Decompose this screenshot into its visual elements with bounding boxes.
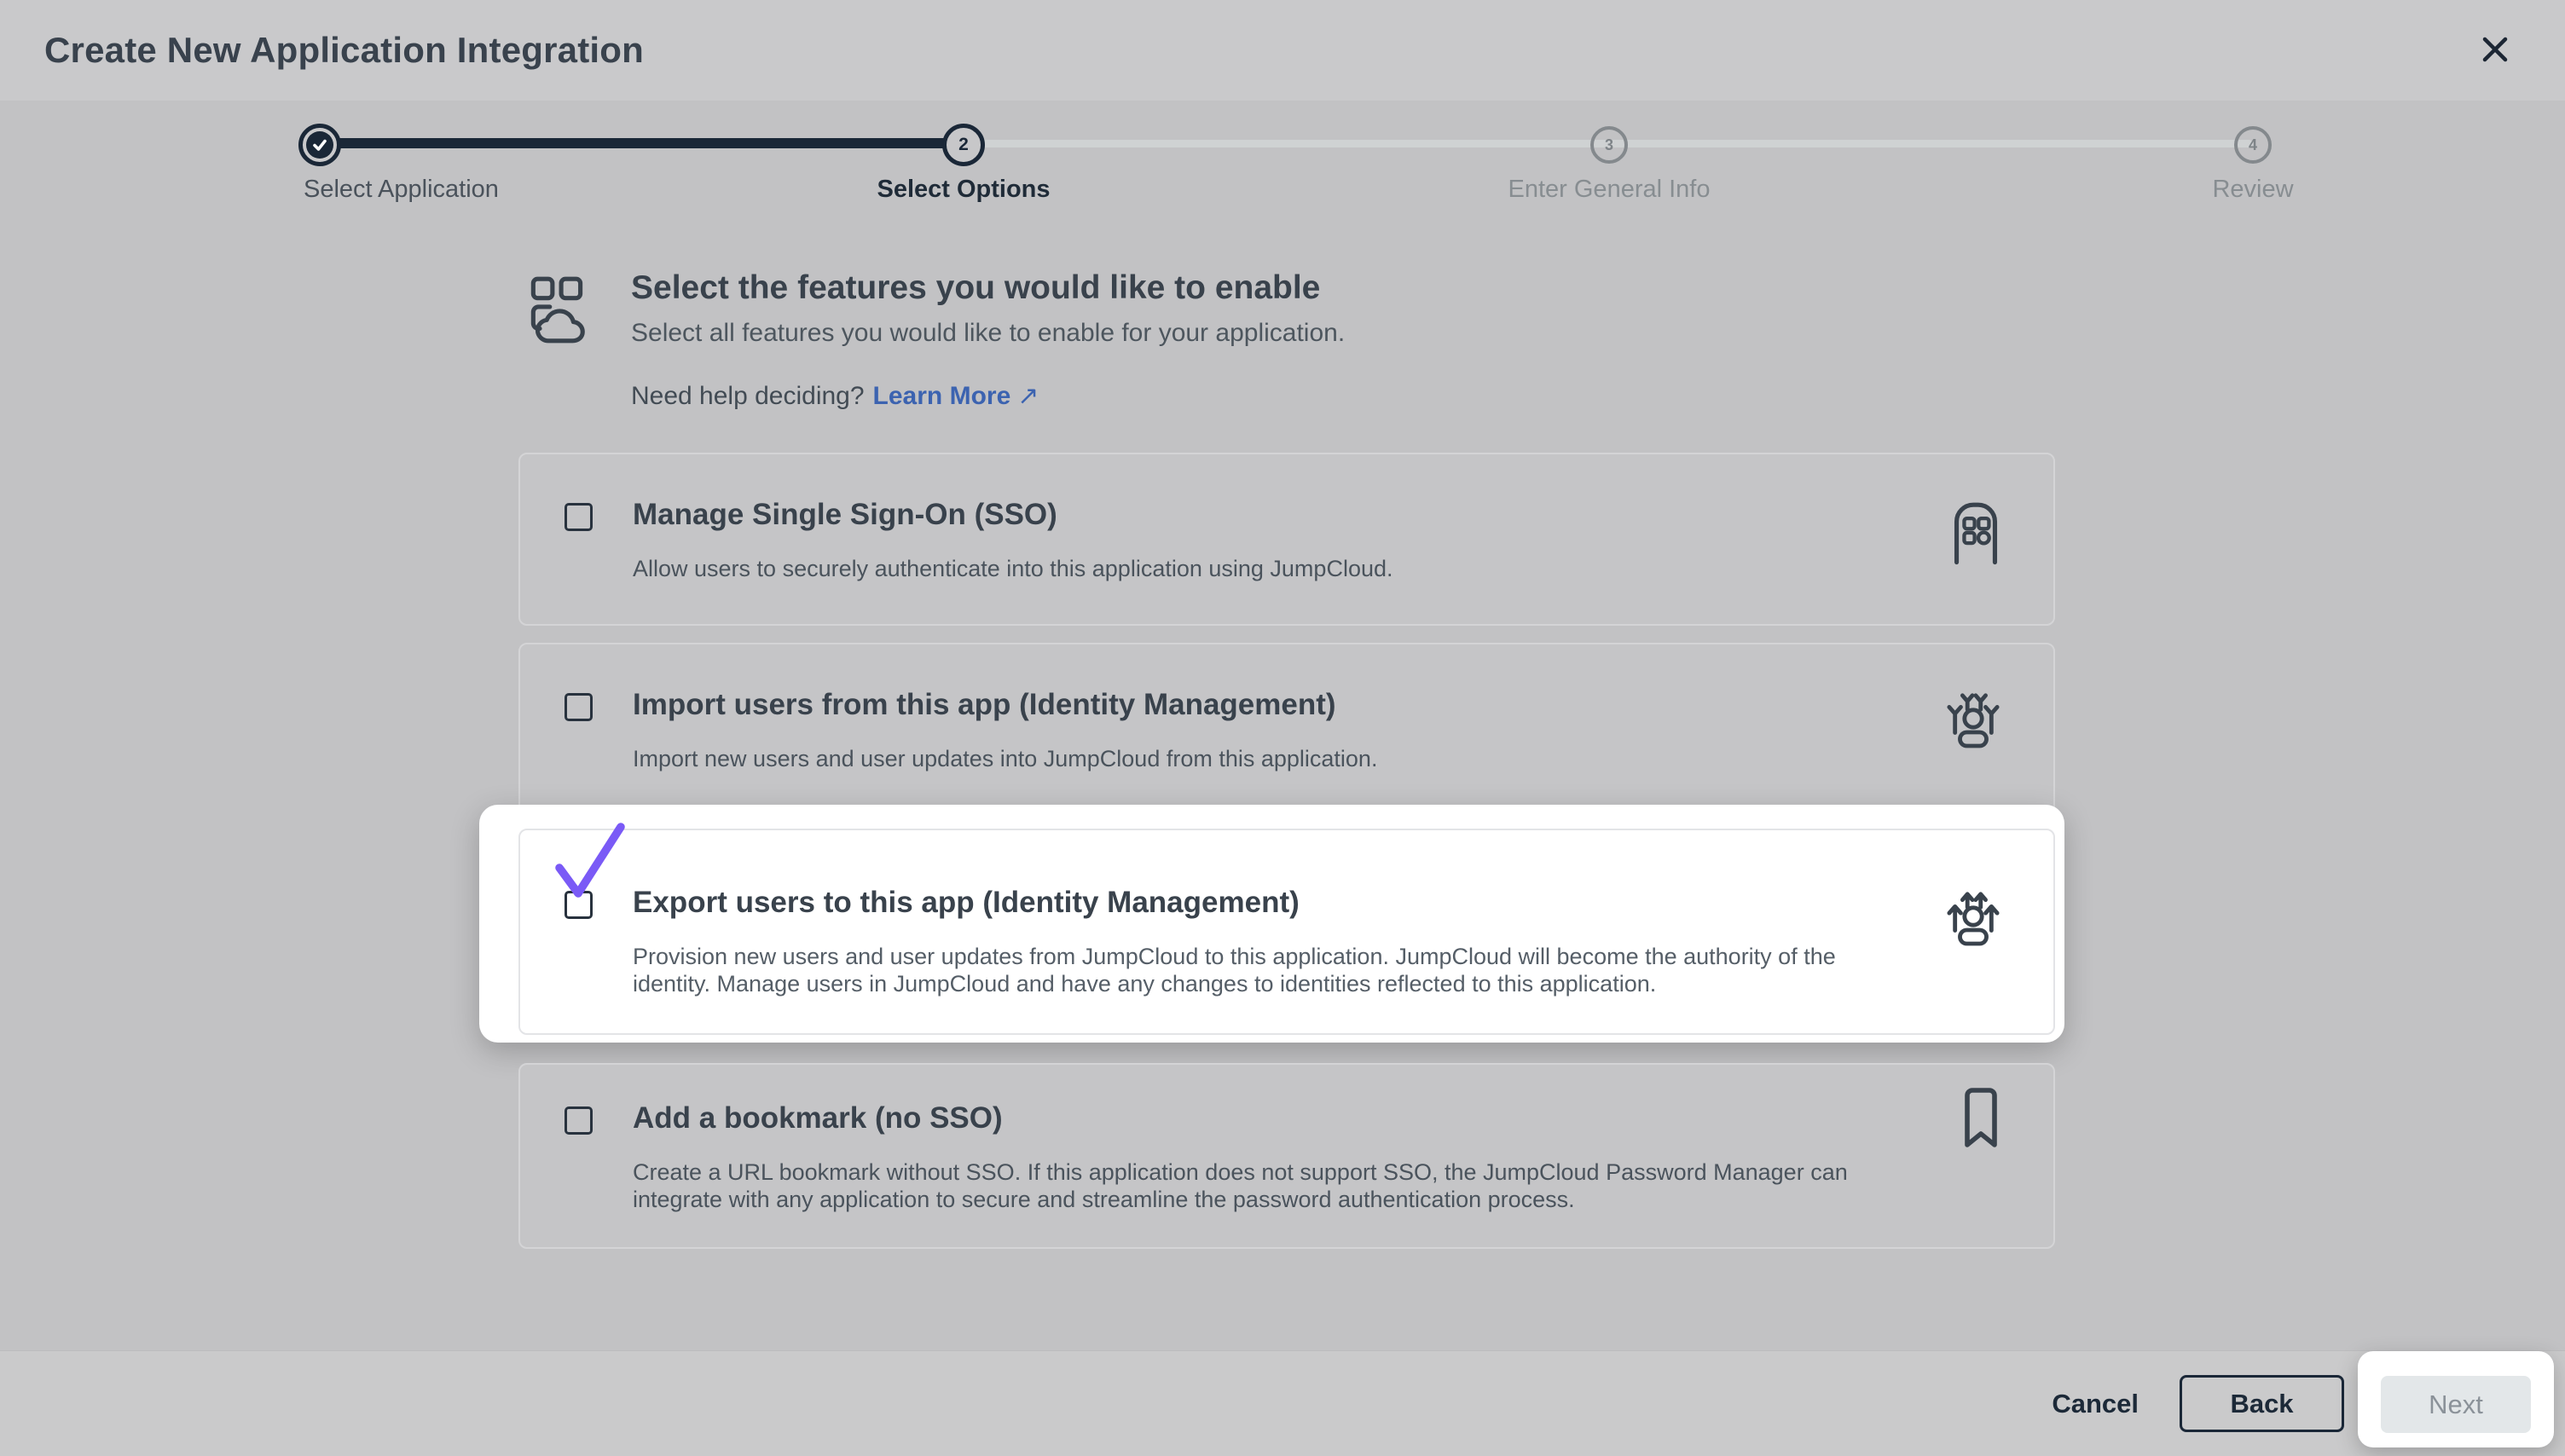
option-card-export-users[interactable]: Export users to this app (Identity Manag… <box>518 829 2055 1035</box>
spotlight-card-highlight: Export users to this app (Identity Manag… <box>479 805 2064 1043</box>
annotation-checkmark-icon <box>549 815 643 909</box>
option-description: Create a URL bookmark without SSO. If th… <box>633 1158 1878 1215</box>
check-icon <box>306 131 333 159</box>
step-4-indicator: 4 <box>2234 126 2272 164</box>
step-1-label: Select Application <box>304 176 499 204</box>
import-users-icon <box>1946 689 2000 753</box>
external-link-arrow-icon: ↗ <box>1017 382 1039 410</box>
close-button[interactable] <box>2473 28 2517 72</box>
page-title: Select the features you would like to en… <box>631 269 1320 307</box>
back-button[interactable]: Back <box>2180 1375 2344 1432</box>
option-title: Manage Single Sign-On (SSO) <box>633 499 1393 532</box>
page-subtitle: Select all features you would like to en… <box>631 319 1345 348</box>
help-text: Need help deciding? Learn More↗ <box>631 381 1039 411</box>
step-4-number: 4 <box>2249 136 2257 154</box>
step-2-number: 2 <box>958 135 969 155</box>
bookmark-icon <box>1961 1083 2000 1156</box>
step-2-indicator[interactable]: 2 <box>942 124 985 166</box>
modal-footer: Cancel Back Next <box>0 1350 2565 1456</box>
close-icon <box>2478 32 2512 69</box>
option-description: Provision new users and user updates fro… <box>633 943 1878 999</box>
learn-more-link[interactable]: Learn More <box>873 382 1011 410</box>
help-prompt: Need help deciding? <box>631 382 865 410</box>
step-4-label: Review <box>2212 176 2293 204</box>
option-description: Import new users and user updates into J… <box>633 745 1377 773</box>
step-3-number: 3 <box>1605 136 1613 154</box>
apps-cloud-icon <box>526 273 589 352</box>
option-card-sso[interactable]: Manage Single Sign-On (SSO) Allow users … <box>518 453 2055 626</box>
import-users-checkbox[interactable] <box>565 693 593 721</box>
wizard-stepper: 2 3 4 Select Application Select Options … <box>0 101 2565 237</box>
step-1-indicator[interactable] <box>298 124 341 166</box>
step-3-label: Enter General Info <box>1508 176 1711 204</box>
modal-title: Create New Application Integration <box>44 30 644 71</box>
bookmark-checkbox[interactable] <box>565 1106 593 1135</box>
cancel-button[interactable]: Cancel <box>2035 1378 2156 1430</box>
spotlight-next-highlight: Next <box>2358 1351 2554 1447</box>
option-card-bookmark[interactable]: Add a bookmark (no SSO) Create a URL boo… <box>518 1063 2055 1249</box>
option-title: Import users from this app (Identity Man… <box>633 689 1377 722</box>
next-button[interactable]: Next <box>2381 1376 2531 1433</box>
stepper-track-completed <box>320 138 965 148</box>
sso-apps-icon <box>1951 499 2000 569</box>
step-3-indicator: 3 <box>1590 126 1628 164</box>
option-title: Export users to this app (Identity Manag… <box>633 887 1878 920</box>
export-users-checkbox[interactable] <box>565 891 593 919</box>
option-description: Allow users to securely authenticate int… <box>633 555 1393 583</box>
option-title: Add a bookmark (no SSO) <box>633 1102 1878 1135</box>
sso-checkbox[interactable] <box>565 503 593 531</box>
modal-header: Create New Application Integration <box>0 0 2565 101</box>
step-2-label: Select Options <box>877 176 1050 204</box>
export-users-icon <box>1946 887 2000 950</box>
option-card-import-users[interactable]: Import users from this app (Identity Man… <box>518 643 2055 816</box>
